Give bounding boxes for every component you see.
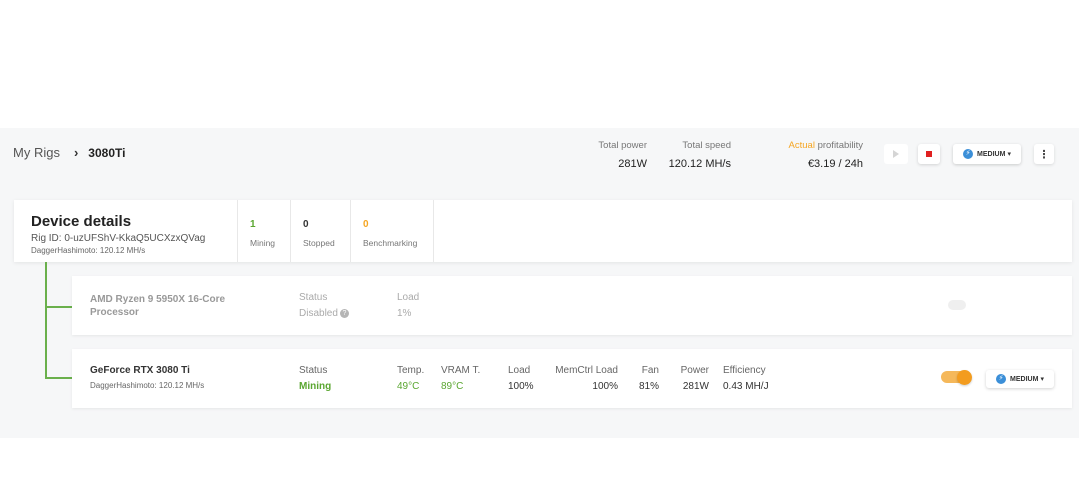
device-algo-speed: DaggerHashimoto: 120.12 MH/s xyxy=(90,381,205,390)
rig-id: Rig ID: 0-uzUFShV-KkaQ5UCXzxQVag xyxy=(31,233,206,244)
stop-rig-button[interactable] xyxy=(918,144,940,164)
device-enable-toggle[interactable] xyxy=(941,369,972,385)
breadcrumb: My Rigs › 3080Ti xyxy=(13,145,125,160)
device-mode-label: MEDIUM xyxy=(1010,375,1039,383)
device-tree-branch-gpu xyxy=(45,377,72,379)
device-enable-toggle[interactable] xyxy=(948,300,966,310)
device-row-cpu[interactable]: AMD Ryzen 9 5950X 16-Core Processor Stat… xyxy=(72,276,1072,335)
breadcrumb-current-rig: 3080Ti xyxy=(88,145,126,160)
device-power-col: Power 281W xyxy=(677,365,709,392)
total-speed-stat: Total speed 120.12 MH/s xyxy=(650,140,731,170)
stopped-count-cell: 0 Stopped xyxy=(290,200,350,262)
device-load-col: Load 1% xyxy=(397,292,419,319)
load-value: 100% xyxy=(508,381,534,392)
device-details-title: Device details xyxy=(31,213,132,230)
profitability-stat: Actual profitability €3.19 / 24h xyxy=(770,140,863,170)
power-value: 281W xyxy=(682,381,709,392)
device-fan-col: Fan 81% xyxy=(637,365,659,392)
device-load-col: Load 100% xyxy=(508,365,534,392)
device-tree-line xyxy=(45,262,47,378)
device-row-gpu[interactable]: GeForce RTX 3080 Ti DaggerHashimoto: 120… xyxy=(72,349,1072,408)
stopped-count-label: Stopped xyxy=(303,238,335,248)
chevron-down-icon: ▾ xyxy=(1007,151,1011,158)
efficiency-label: Efficiency xyxy=(723,365,766,376)
rig-mode-dropdown[interactable]: ⚡ MEDIUM ▾ xyxy=(953,144,1021,164)
load-label: Load xyxy=(397,292,420,303)
vram-value: 89°C xyxy=(441,381,464,392)
more-vertical-icon: ⋮ xyxy=(1038,148,1050,161)
breadcrumb-my-rigs[interactable]: My Rigs xyxy=(13,145,60,160)
status-label: Status xyxy=(299,292,328,303)
page: My Rigs › 3080Ti Total power 281W Total … xyxy=(0,0,1079,498)
device-status-col: Status Disabled? xyxy=(299,292,349,319)
load-label: Load xyxy=(508,365,531,376)
profitability-label: Actual profitability xyxy=(770,140,863,151)
total-speed-label: Total speed xyxy=(682,140,731,151)
total-power-stat: Total power 281W xyxy=(560,140,647,170)
load-value: 1% xyxy=(397,308,412,319)
device-efficiency-col: Efficiency 0.43 MH/J xyxy=(723,365,769,392)
rig-algo-speed: DaggerHashimoto: 120.12 MH/s xyxy=(31,246,146,255)
mining-count: 1 xyxy=(250,219,256,230)
stop-icon xyxy=(926,151,932,157)
memctrl-label: MemCtrl Load xyxy=(555,365,618,376)
device-vram-col: VRAM T. 89°C xyxy=(441,365,480,392)
device-tree-branch-cpu xyxy=(45,306,72,308)
profitability-label-accent: Actual xyxy=(788,140,815,151)
benchmarking-count-cell: 0 Benchmarking xyxy=(350,200,434,262)
help-icon[interactable]: ? xyxy=(339,308,349,318)
profitability-value: €3.19 / 24h xyxy=(807,158,863,170)
efficiency-value: 0.43 MH/J xyxy=(723,381,769,392)
start-rig-button[interactable] xyxy=(884,144,908,164)
play-icon xyxy=(893,150,899,158)
lightning-icon: ⚡ xyxy=(963,149,974,159)
total-power-value: 281W xyxy=(618,158,647,170)
temp-label: Temp. xyxy=(397,365,425,376)
total-power-label: Total power xyxy=(598,140,647,151)
device-name: AMD Ryzen 9 5950X 16-Core Processor xyxy=(90,294,226,318)
device-temp-col: Temp. 49°C xyxy=(397,365,424,392)
mining-count-cell: 1 Mining xyxy=(237,200,290,262)
device-mode-dropdown[interactable]: ⚡ MEDIUM ▾ xyxy=(986,370,1054,388)
mining-count-label: Mining xyxy=(250,238,276,248)
fan-value: 81% xyxy=(638,381,659,392)
vram-label: VRAM T. xyxy=(441,365,481,376)
profitability-label-rest: profitability xyxy=(814,140,863,151)
fan-label: Fan xyxy=(641,365,659,376)
status-value: Mining xyxy=(299,381,332,392)
benchmarking-count-label: Benchmarking xyxy=(363,238,418,248)
device-details-card: Device details Rig ID: 0-uzUFShV-KkaQ5UC… xyxy=(14,200,1072,262)
temp-value: 49°C xyxy=(397,381,420,392)
rig-header: My Rigs › 3080Ti Total power 281W Total … xyxy=(0,128,1079,180)
rig-mode-label: MEDIUM xyxy=(977,150,1006,158)
benchmarking-count: 0 xyxy=(363,219,369,230)
power-label: Power xyxy=(680,365,709,376)
stopped-count: 0 xyxy=(303,219,309,230)
more-options-button[interactable]: ⋮ xyxy=(1034,144,1054,164)
chevron-down-icon: ▾ xyxy=(1040,376,1044,383)
status-text: Disabled xyxy=(299,308,338,319)
status-label: Status xyxy=(299,365,328,376)
status-value: Disabled? xyxy=(299,308,349,319)
device-name: GeForce RTX 3080 Ti xyxy=(90,365,190,376)
total-speed-value: 120.12 MH/s xyxy=(668,158,731,170)
device-memctrl-col: MemCtrl Load 100% xyxy=(550,365,618,392)
lightning-icon: ⚡ xyxy=(996,374,1007,384)
breadcrumb-separator-icon: › xyxy=(73,145,79,160)
device-status-col: Status Mining xyxy=(299,365,331,392)
memctrl-value: 100% xyxy=(592,381,618,392)
toggle-knob xyxy=(957,369,972,385)
